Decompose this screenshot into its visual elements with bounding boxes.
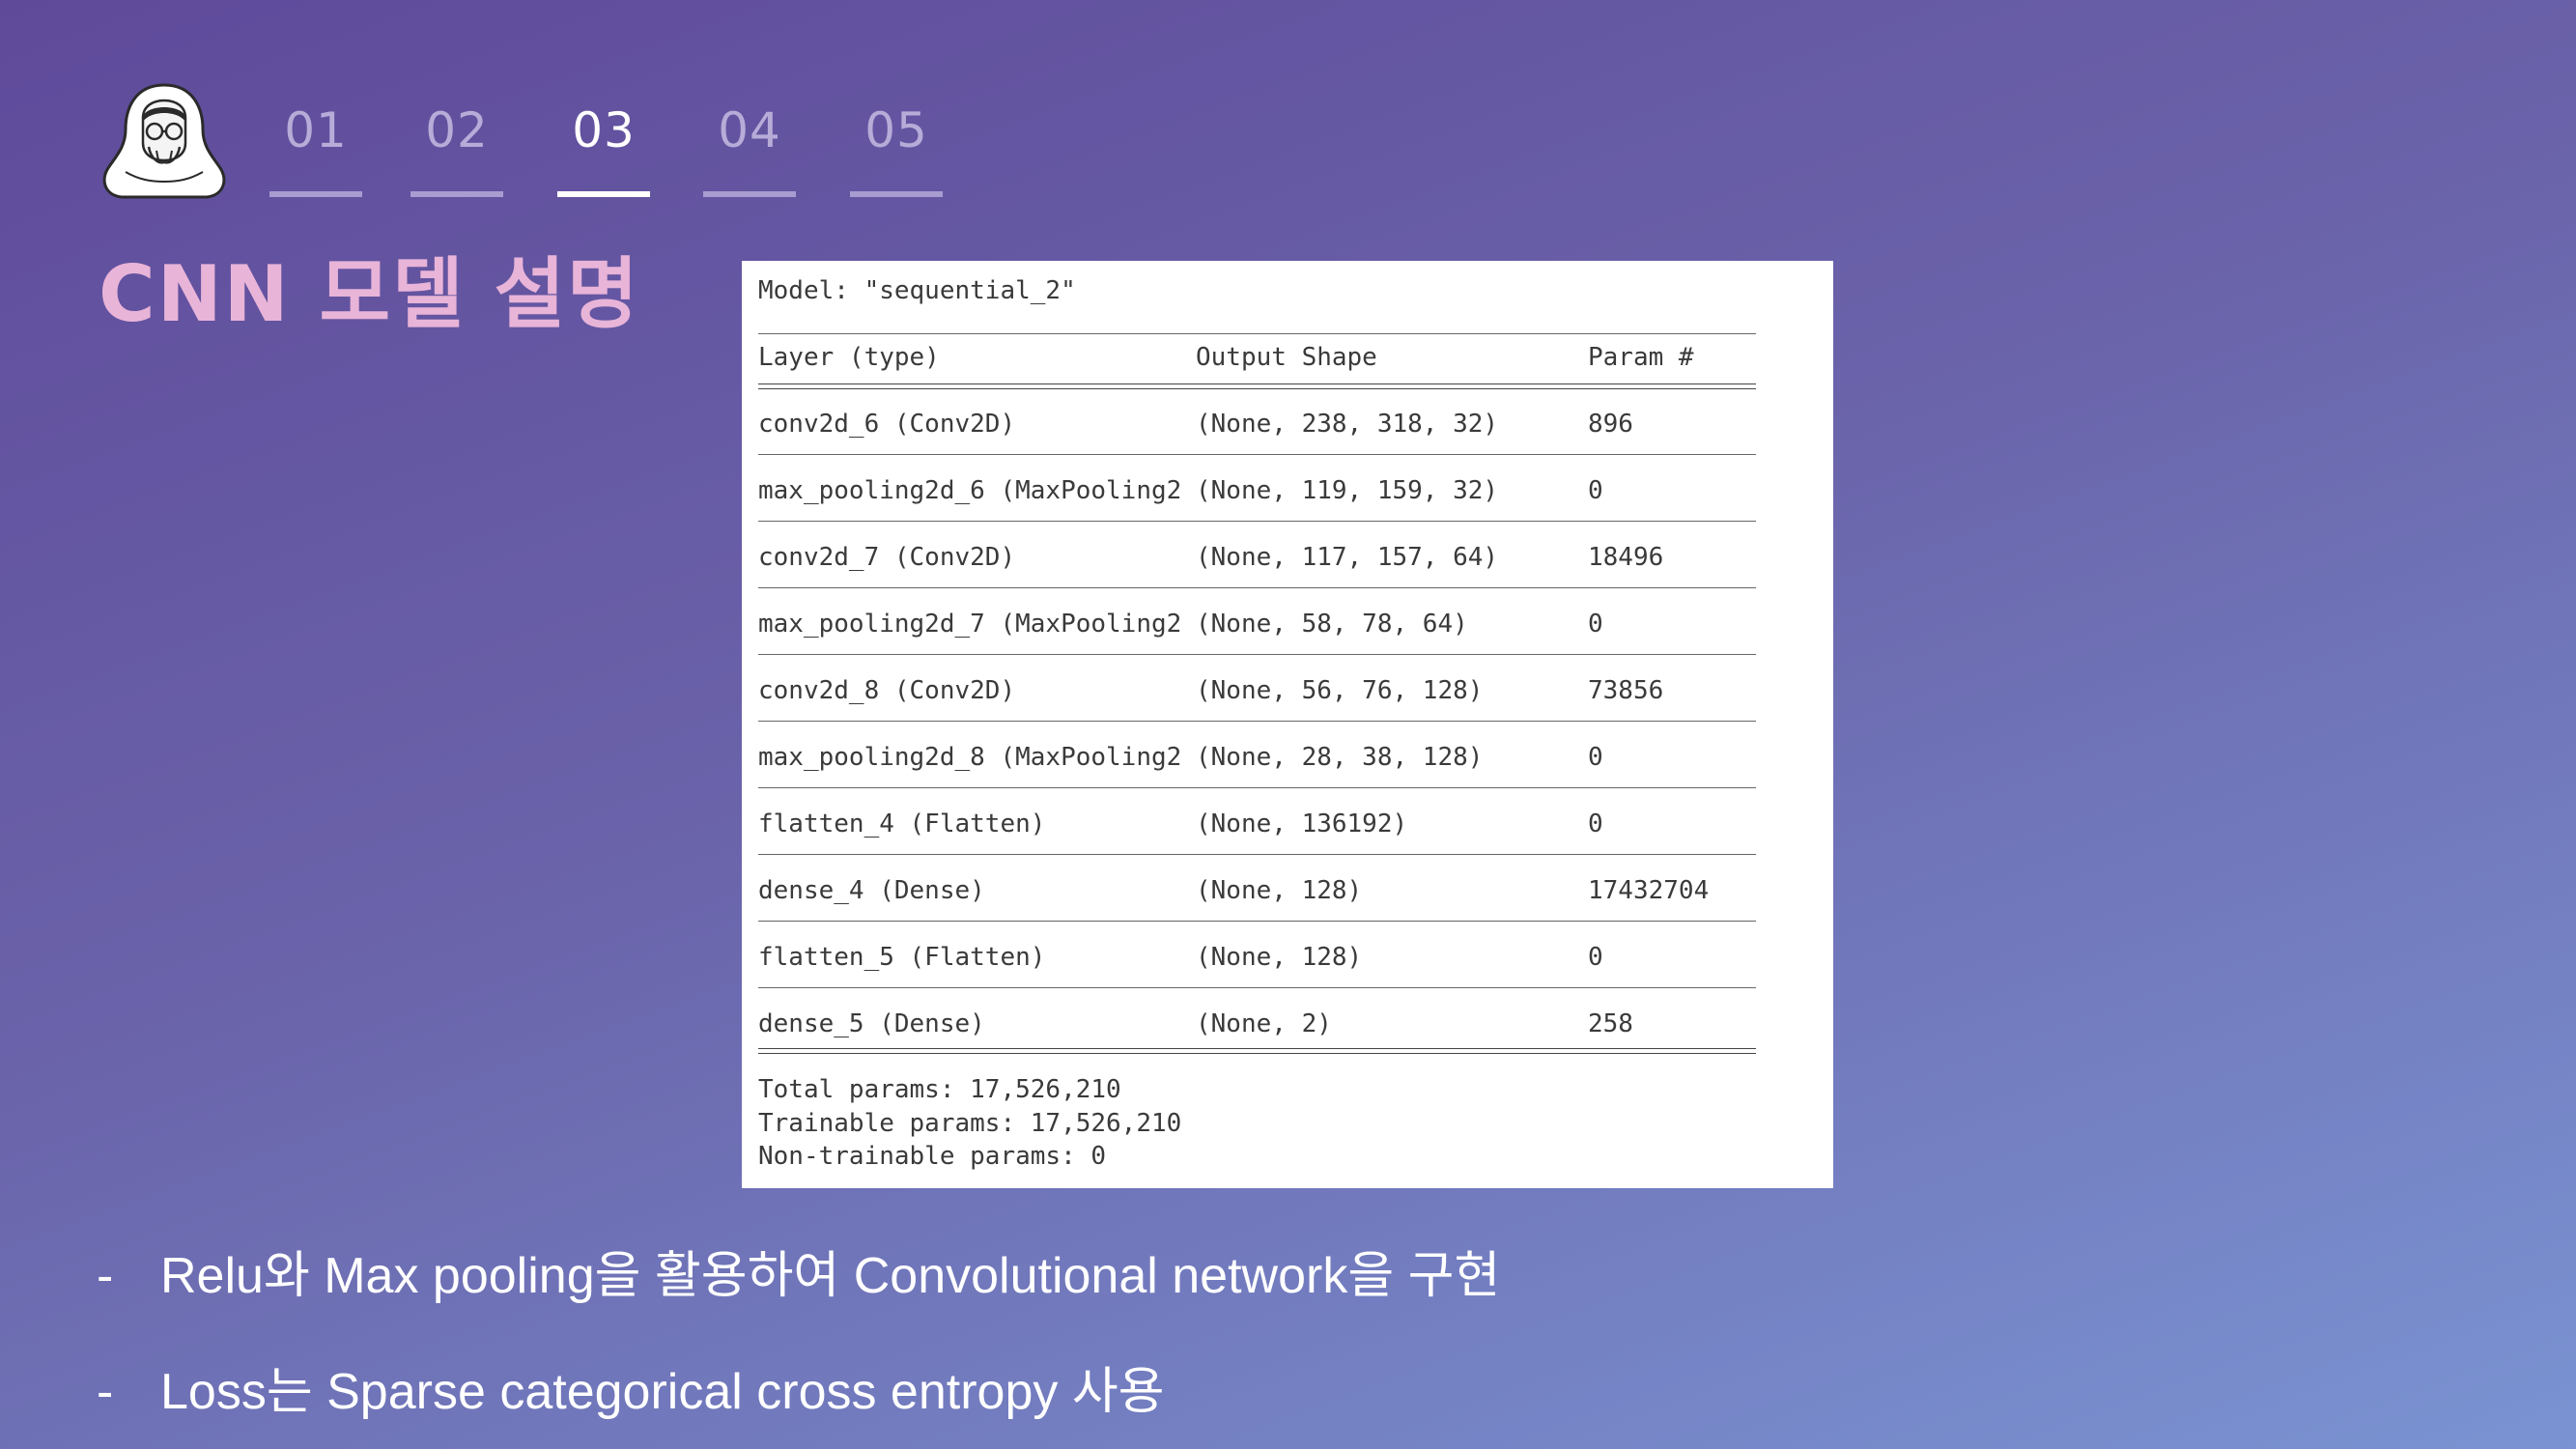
table-cell-output-shape: (None, 56, 76, 128)	[1196, 676, 1484, 705]
double-divider	[758, 1048, 1756, 1054]
table-cell-layer: conv2d_8 (Conv2D)	[758, 676, 1016, 705]
table-cell-output-shape: (None, 136192)	[1196, 810, 1408, 838]
bullet-item: - Loss는 Sparse categorical cross entropy …	[97, 1350, 1165, 1423]
table-cell-param: 18496	[1588, 543, 1664, 572]
nav-tab-underline	[557, 191, 650, 197]
nav-tab-underline	[850, 191, 943, 197]
table-cell-output-shape: (None, 128)	[1196, 943, 1363, 972]
row-divider	[758, 521, 1756, 522]
model-name-line: Model: "sequential_2"	[758, 276, 1076, 305]
total-params: Total params: 17,526,210	[758, 1075, 1121, 1104]
table-cell-layer: max_pooling2d_6 (MaxPooling2	[758, 476, 1182, 505]
nav-tab-label: 04	[718, 102, 781, 158]
nav-tab-03[interactable]: 03	[557, 93, 650, 197]
nav-tab-label: 02	[425, 102, 489, 158]
trainable-params: Trainable params: 17,526,210	[758, 1109, 1182, 1138]
table-cell-param: 0	[1588, 743, 1603, 772]
header-layer: Layer (type)	[758, 343, 940, 372]
bullet-dash: -	[97, 1364, 114, 1420]
row-divider	[758, 787, 1756, 788]
row-divider	[758, 987, 1756, 988]
hooded-character-icon	[97, 79, 232, 205]
row-divider	[758, 454, 1756, 455]
nav-tab-02[interactable]: 02	[410, 93, 503, 197]
model-summary-panel: Model: "sequential_2" Layer (type) Outpu…	[742, 261, 1833, 1188]
table-cell-layer: dense_4 (Dense)	[758, 876, 985, 905]
bullet-text: Loss는 Sparse categorical cross entropy 사…	[160, 1364, 1165, 1420]
table-cell-param: 0	[1588, 943, 1603, 972]
table-cell-layer: max_pooling2d_7 (MaxPooling2	[758, 610, 1182, 639]
table-cell-output-shape: (None, 58, 78, 64)	[1196, 610, 1468, 639]
header-param: Param #	[1588, 343, 1694, 372]
table-cell-output-shape: (None, 128)	[1196, 876, 1363, 905]
table-cell-param: 258	[1588, 1009, 1633, 1038]
header-output-shape: Output Shape	[1196, 343, 1377, 372]
table-cell-layer: conv2d_7 (Conv2D)	[758, 543, 1016, 572]
table-cell-layer: dense_5 (Dense)	[758, 1009, 985, 1038]
nav-tab-underline	[703, 191, 796, 197]
nav-tab-05[interactable]: 05	[850, 93, 943, 197]
table-cell-output-shape: (None, 2)	[1196, 1009, 1332, 1038]
table-cell-param: 17432704	[1588, 876, 1710, 905]
slide: 01 02 03 04 05 CNN 모델 설명 Model: "sequent…	[0, 0, 2576, 1449]
nav-tab-04[interactable]: 04	[703, 93, 796, 197]
table-cell-layer: flatten_5 (Flatten)	[758, 943, 1046, 972]
row-divider	[758, 921, 1756, 922]
nav-tab-01[interactable]: 01	[269, 93, 362, 197]
row-divider	[758, 654, 1756, 655]
nav-tab-label: 01	[284, 102, 348, 158]
page-title: CNN 모델 설명	[99, 249, 640, 339]
divider	[758, 333, 1756, 334]
table-cell-output-shape: (None, 28, 38, 128)	[1196, 743, 1484, 772]
nav-tab-underline	[410, 191, 503, 197]
double-divider	[758, 384, 1756, 389]
nav-tab-label: 05	[864, 102, 928, 158]
table-cell-param: 0	[1588, 476, 1603, 505]
table-cell-output-shape: (None, 117, 157, 64)	[1196, 543, 1499, 572]
table-cell-param: 0	[1588, 810, 1603, 838]
table-cell-output-shape: (None, 119, 159, 32)	[1196, 476, 1499, 505]
non-trainable-params: Non-trainable params: 0	[758, 1142, 1107, 1171]
row-divider	[758, 587, 1756, 588]
row-divider	[758, 721, 1756, 722]
nav-tab-underline	[269, 191, 362, 197]
table-cell-layer: max_pooling2d_8 (MaxPooling2	[758, 743, 1182, 772]
table-cell-layer: flatten_4 (Flatten)	[758, 810, 1046, 838]
bullet-dash: -	[97, 1248, 114, 1304]
table-cell-layer: conv2d_6 (Conv2D)	[758, 410, 1016, 439]
nav-tab-label: 03	[572, 102, 636, 158]
bullet-item: - Relu와 Max pooling을 활용하여 Convolutional n…	[97, 1235, 1500, 1307]
bullet-text: Relu와 Max pooling을 활용하여 Convolutional ne…	[160, 1248, 1501, 1304]
table-cell-param: 896	[1588, 410, 1633, 439]
table-cell-output-shape: (None, 238, 318, 32)	[1196, 410, 1499, 439]
table-cell-param: 73856	[1588, 676, 1664, 705]
row-divider	[758, 854, 1756, 855]
table-cell-param: 0	[1588, 610, 1603, 639]
